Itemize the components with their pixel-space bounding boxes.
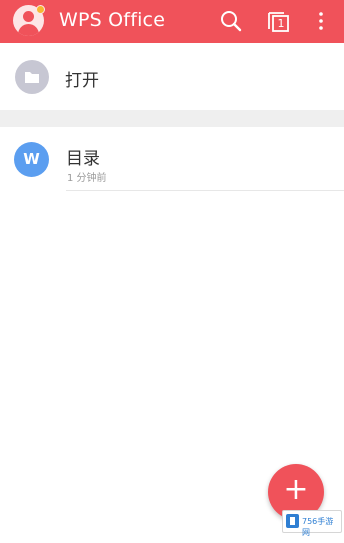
- avatar-head: [23, 11, 34, 22]
- more-vert-icon[interactable]: [308, 8, 334, 34]
- folder-icon: [15, 60, 49, 94]
- document-name: 目录: [66, 149, 100, 169]
- open-row[interactable]: 打开: [0, 53, 344, 101]
- app-bar: WPS Office 1: [0, 0, 344, 43]
- watermark: 756手游网: [282, 510, 342, 537]
- tabs-icon[interactable]: 1: [266, 8, 292, 34]
- section-divider: [0, 110, 344, 127]
- tab-count: 1: [277, 17, 285, 30]
- avatar-body: [18, 24, 39, 36]
- notification-dot: [36, 5, 45, 14]
- watermark-logo-icon: [286, 514, 299, 528]
- plus-icon: +: [283, 472, 309, 507]
- word-doc-icon: W: [14, 142, 49, 177]
- row-divider: [66, 190, 344, 191]
- doc-badge-letter: W: [23, 150, 40, 168]
- recent-document-row[interactable]: W 目录 1 分钟前: [0, 135, 344, 191]
- watermark-text: 756手游网: [302, 517, 334, 537]
- app-title: WPS Office: [59, 9, 166, 31]
- document-time: 1 分钟前: [67, 173, 107, 184]
- open-label: 打开: [65, 71, 99, 91]
- search-icon[interactable]: [218, 8, 244, 34]
